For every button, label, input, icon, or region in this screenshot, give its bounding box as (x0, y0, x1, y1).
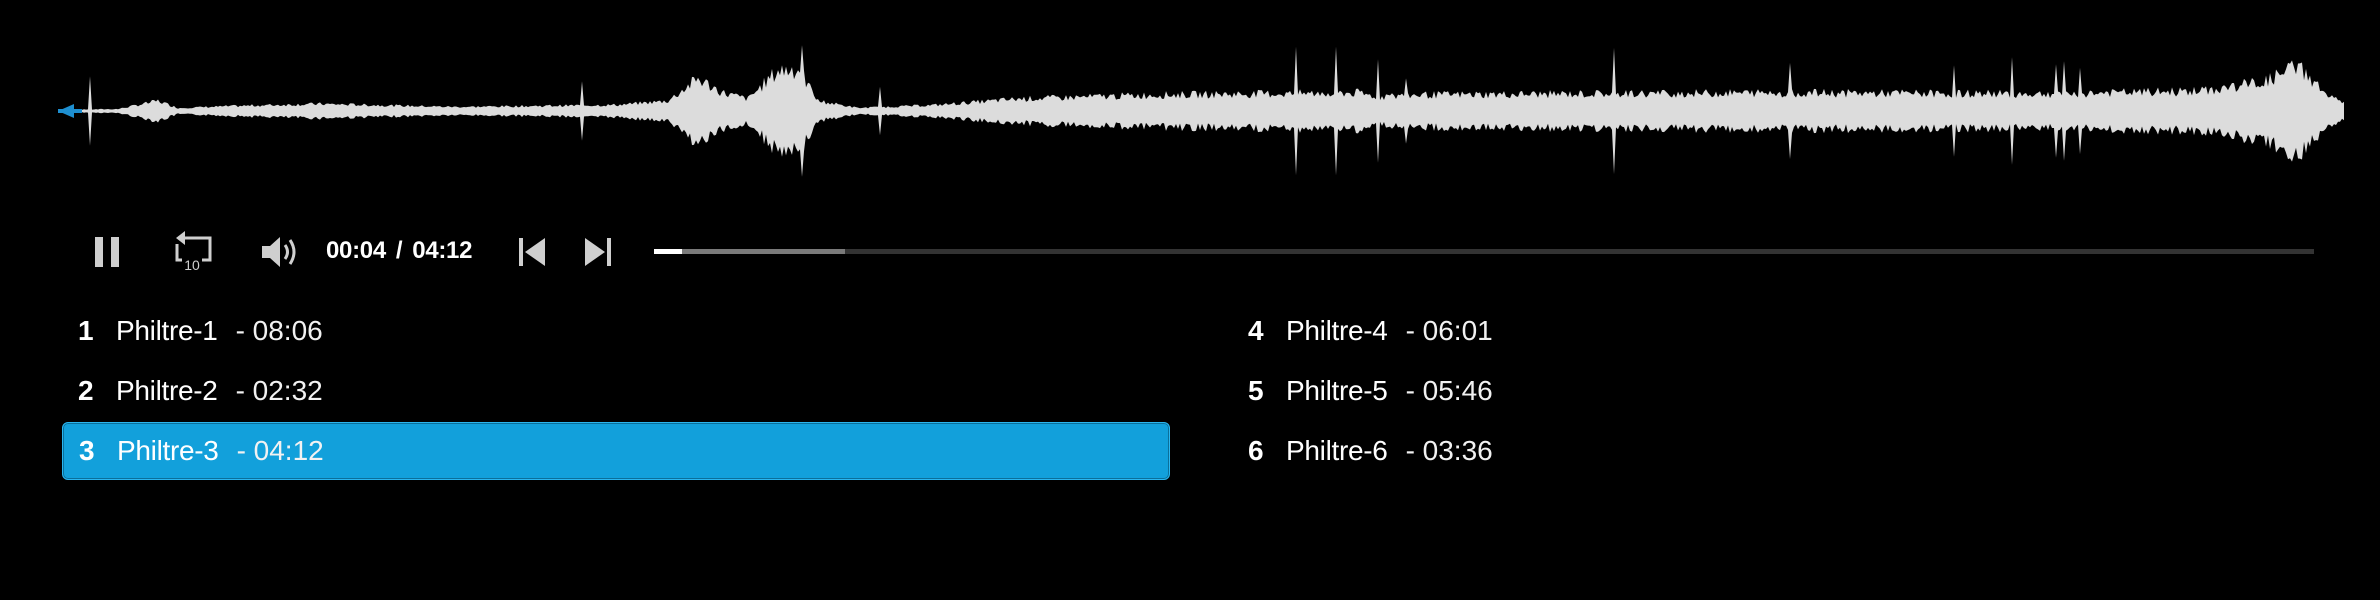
player-controls: 10 00:04 / 04:12 (84, 226, 2314, 278)
track-number: 2 (78, 375, 94, 406)
played-bar (654, 249, 682, 254)
track-duration: - 06:01 (1405, 315, 1493, 346)
volume-button[interactable] (260, 233, 302, 271)
next-track-button[interactable] (582, 235, 614, 269)
track-number: 5 (1248, 375, 1264, 406)
playlist-item[interactable]: 2 Philtre-2 - 02:32 (62, 362, 1170, 420)
rewind-seconds-label: 10 (184, 257, 200, 273)
skip-next-icon (585, 238, 611, 266)
track-title: Philtre-2 (116, 375, 218, 406)
progress-track (654, 249, 2314, 254)
track-title: Philtre-3 (117, 435, 219, 466)
track-duration: - 03:36 (1405, 435, 1493, 466)
track-title: Philtre-5 (1286, 375, 1388, 406)
playlist-item[interactable]: 1 Philtre-1 - 08:06 (62, 302, 1170, 360)
track-number: 3 (79, 435, 95, 466)
track-number: 1 (78, 315, 94, 346)
rewind-10-button[interactable]: 10 (172, 230, 216, 274)
track-number: 4 (1248, 315, 1264, 346)
current-time: 00:04 (326, 237, 386, 264)
track-duration: - 02:32 (235, 375, 323, 406)
playlist-item[interactable]: 3 Philtre-3 - 04:12 (62, 422, 1170, 480)
progress-bar[interactable] (654, 247, 2314, 255)
time-display: 00:04 / 04:12 (326, 237, 472, 265)
total-time: 04:12 (412, 237, 473, 264)
track-title: Philtre-1 (116, 315, 218, 346)
buffer-bar (654, 249, 845, 254)
track-duration: - 05:46 (1405, 375, 1493, 406)
waveform-shape (58, 45, 2344, 177)
playlist-item[interactable]: 6 Philtre-6 - 03:36 (1232, 422, 2340, 480)
waveform-graphic[interactable] (58, 10, 2344, 210)
previous-track-button[interactable] (516, 235, 548, 269)
skip-previous-icon (519, 238, 545, 266)
track-title: Philtre-4 (1286, 315, 1388, 346)
track-duration: - 08:06 (235, 315, 323, 346)
playlist-item[interactable]: 5 Philtre-5 - 05:46 (1232, 362, 2340, 420)
track-duration: - 04:12 (236, 435, 324, 466)
volume-icon (262, 237, 296, 267)
pause-icon (95, 237, 119, 267)
played-waveform (58, 109, 82, 113)
playlist-item[interactable]: 4 Philtre-4 - 06:01 (1232, 302, 2340, 360)
pause-button[interactable] (92, 234, 122, 270)
track-title: Philtre-6 (1286, 435, 1388, 466)
rewind-10-icon: 10 (175, 231, 212, 273)
waveform[interactable] (58, 10, 2344, 210)
track-number: 6 (1248, 435, 1264, 466)
time-separator: / (395, 237, 403, 264)
